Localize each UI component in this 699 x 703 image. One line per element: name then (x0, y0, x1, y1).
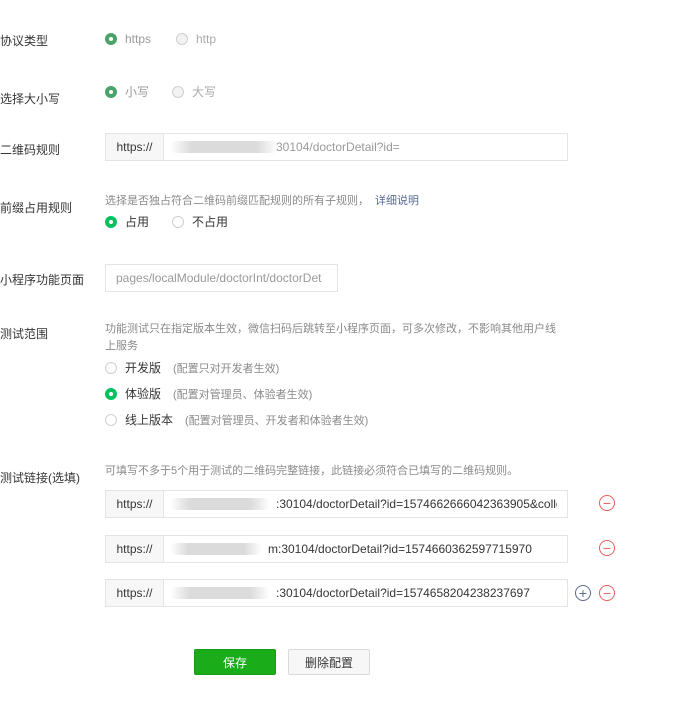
redacted-area (170, 587, 270, 599)
minus-circle-icon[interactable]: − (599, 495, 615, 511)
test-links-label: 测试链接(选填) (0, 471, 80, 485)
radio-label: 占用 (125, 215, 150, 229)
test-link-prefix: https:// (106, 536, 164, 562)
case-label: 选择大小写 (0, 92, 61, 106)
radio-unchecked-icon (105, 361, 117, 374)
test-link-prefix: https:// (106, 580, 164, 606)
radio-checked-icon (105, 33, 117, 45)
plus-circle-icon[interactable]: + (575, 585, 591, 601)
test-link-prefix: https:// (106, 491, 164, 517)
radio-note: (配置对管理员、开发者和体验者生效) (185, 414, 369, 427)
redacted-area (170, 498, 270, 510)
qr-rule-prefix: https:// (106, 134, 164, 160)
qr-rule-label: 二维码规则 (0, 143, 61, 157)
prefix-rule-label: 前缀占用规则 (0, 201, 73, 215)
test-links-desc: 可填写不多于5个用于测试的二维码完整链接，此链接必须符合已填写的二维码规则。 (105, 465, 519, 477)
radio-label: 大写 (192, 85, 217, 99)
radio-https[interactable]: https (105, 32, 151, 46)
page-label: 小程序功能页面 (0, 273, 85, 287)
radio-checked-icon (105, 387, 117, 400)
minus-circle-icon[interactable]: − (599, 540, 615, 556)
test-range-desc-1: 功能测试只在指定版本生效，微信扫码后跳转至小程序页面，可多次修改，不影响其他用户… (105, 323, 556, 335)
minus-circle-icon[interactable]: − (599, 585, 615, 601)
radio-label: 开发版 (125, 361, 162, 375)
test-range-label: 测试范围 (0, 327, 49, 341)
prefix-rule-desc-text: 选择是否独占符合二维码前缀匹配规则的所有子规则， (105, 195, 369, 207)
radio-trial-version[interactable]: 体验版 (配置对管理员、体验者生效) (105, 385, 312, 402)
radio-label: https (125, 32, 152, 46)
radio-unchecked-icon (172, 215, 184, 228)
redacted-area (170, 141, 278, 153)
radio-checked-icon (105, 215, 117, 228)
radio-unchecked-icon (172, 85, 184, 98)
radio-label: 小写 (125, 85, 150, 99)
radio-label: http (196, 32, 217, 46)
radio-unchecked-icon (105, 413, 117, 426)
radio-unchecked-icon (176, 33, 188, 45)
radio-online-version[interactable]: 线上版本 (配置对管理员、开发者和体验者生效) (105, 411, 368, 428)
radio-occupy[interactable]: 占用 (105, 213, 149, 230)
radio-lowercase[interactable]: 小写 (105, 83, 149, 100)
save-button[interactable]: 保存 (194, 649, 276, 675)
radio-http[interactable]: http (176, 32, 216, 46)
delete-config-button[interactable]: 删除配置 (288, 649, 370, 675)
radio-dev-version[interactable]: 开发版 (配置只对开发者生效) (105, 359, 279, 376)
test-range-desc-2: 上服务 (105, 340, 138, 352)
radio-uppercase[interactable]: 大写 (172, 83, 216, 100)
radio-note: (配置对管理员、体验者生效) (173, 388, 313, 401)
radio-label: 体验版 (125, 387, 162, 401)
radio-note: (配置只对开发者生效) (173, 362, 280, 375)
protocol-label: 协议类型 (0, 34, 49, 48)
page-input[interactable] (116, 271, 327, 285)
prefix-rule-desc: 选择是否独占符合二维码前缀匹配规则的所有子规则， 详细说明 (105, 192, 419, 210)
detail-link[interactable]: 详细说明 (375, 195, 419, 207)
redacted-area (170, 543, 262, 555)
radio-not-occupy[interactable]: 不占用 (172, 213, 228, 230)
radio-checked-icon (105, 85, 117, 98)
radio-label: 不占用 (192, 215, 229, 229)
radio-label: 线上版本 (125, 413, 174, 427)
page-input-box (105, 264, 338, 292)
